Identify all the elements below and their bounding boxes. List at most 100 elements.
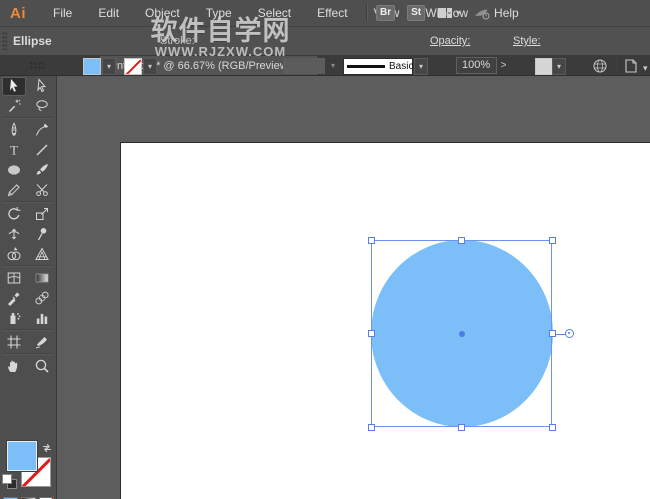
stroke-color-swatch[interactable]: [124, 58, 142, 75]
tool-perspective-grid-icon[interactable]: [30, 245, 54, 264]
fill-indicator-swatch[interactable]: [7, 441, 37, 471]
tool-scissors-icon[interactable]: [30, 181, 54, 200]
tool-row: [0, 96, 56, 116]
tool-row: [0, 268, 56, 288]
tools-grid: T: [0, 76, 56, 376]
brush-chevron-icon[interactable]: ▾: [414, 58, 428, 75]
tool-group-separator: [4, 265, 52, 267]
selection-center-point[interactable]: [458, 330, 465, 337]
tool-group-separator: [4, 117, 52, 119]
menu-item-select[interactable]: Select: [245, 1, 304, 25]
menu-bar-right: Br St ▾: [366, 0, 490, 26]
tool-row: [0, 308, 56, 328]
selection-handle[interactable]: [367, 423, 375, 431]
menu-item-edit[interactable]: Edit: [85, 1, 132, 25]
tool-rotate-icon[interactable]: [2, 205, 26, 224]
tool-row: [0, 180, 56, 200]
tool-group-separator: [4, 329, 52, 331]
tool-ellipse-icon[interactable]: [2, 161, 26, 180]
tool-row: T: [0, 140, 56, 160]
tool-blend-icon[interactable]: [30, 289, 54, 308]
selection-handle[interactable]: [458, 236, 465, 244]
tool-line-segment-icon[interactable]: [30, 141, 54, 160]
tool-lasso-icon[interactable]: [30, 97, 54, 116]
tool-row: [0, 332, 56, 352]
tool-symbol-sprayer-icon[interactable]: [2, 309, 26, 328]
menu-item-type[interactable]: Type: [193, 1, 245, 25]
tool-mesh-icon[interactable]: [2, 269, 26, 288]
svg-text:T: T: [10, 143, 18, 158]
menu-item-object[interactable]: Object: [132, 1, 193, 25]
selection-handle[interactable]: [367, 236, 375, 244]
tool-group-separator: [4, 353, 52, 355]
tool-slice-icon[interactable]: [30, 333, 54, 352]
menu-item-effect[interactable]: Effect: [304, 1, 360, 25]
tool-artboard-icon[interactable]: [2, 333, 26, 352]
tool-scale-icon[interactable]: [30, 205, 54, 224]
menu-bar: Ai FileEditObjectTypeSelectEffectViewWin…: [0, 0, 650, 27]
divider: [616, 57, 617, 75]
stroke-chevron-icon[interactable]: ▾: [143, 58, 157, 75]
fill-color-swatch[interactable]: [83, 58, 101, 75]
selection-handle[interactable]: [367, 330, 375, 337]
tool-row: [0, 288, 56, 308]
toolbar-dock-grip[interactable]: [30, 62, 44, 69]
tool-magic-wand-icon[interactable]: [2, 97, 26, 116]
workspace-chevron-icon[interactable]: ▾: [456, 8, 461, 19]
selection-handle[interactable]: [548, 330, 556, 337]
workspace-icon[interactable]: [437, 5, 453, 21]
menu-item-file[interactable]: File: [40, 1, 85, 25]
opacity-label[interactable]: Opacity:: [430, 35, 470, 47]
opacity-spinner[interactable]: >: [498, 57, 509, 74]
fill-chevron-icon[interactable]: ▾: [102, 58, 116, 75]
style-chevron-icon[interactable]: ▾: [552, 58, 566, 75]
tool-pencil-icon[interactable]: [2, 181, 26, 200]
tool-row: [0, 160, 56, 180]
tool-row: [0, 204, 56, 224]
live-shape-widget-icon[interactable]: [565, 329, 574, 338]
tool-direct-selection-icon[interactable]: [30, 77, 54, 96]
tool-row: [0, 120, 56, 140]
gpu-performance-icon[interactable]: [473, 5, 490, 21]
tool-shape-builder-icon[interactable]: [2, 245, 26, 264]
style-swatch[interactable]: [535, 58, 553, 75]
selection-handle[interactable]: [458, 423, 465, 431]
brush-name: Basic: [389, 61, 414, 72]
tool-group-separator: [4, 201, 52, 203]
divider: [366, 5, 368, 21]
stroke-weight-chevron-icon[interactable]: ▾: [326, 58, 340, 75]
tool-curvature-icon[interactable]: [30, 121, 54, 140]
selected-object-label: Ellipse: [13, 34, 52, 48]
tool-hand-icon[interactable]: [2, 357, 26, 376]
brush-definition-field[interactable]: Basic: [343, 58, 413, 75]
tool-row: [0, 76, 56, 96]
tool-row: [0, 244, 56, 264]
style-label[interactable]: Style:: [513, 35, 541, 47]
swap-fill-stroke-icon[interactable]: [41, 441, 53, 459]
panel-grip[interactable]: [2, 32, 7, 50]
tool-type-icon[interactable]: T: [2, 141, 26, 160]
app-logo: Ai: [10, 4, 26, 22]
stroke-weight-field[interactable]: [283, 58, 325, 74]
tool-puppet-warp-icon[interactable]: [30, 225, 54, 244]
tool-selection-icon[interactable]: [2, 76, 26, 96]
bridge-button[interactable]: Br: [376, 5, 396, 21]
tool-eyedropper-icon[interactable]: [2, 289, 26, 308]
illustrator-window: Ai FileEditObjectTypeSelectEffectViewWin…: [0, 0, 650, 499]
tool-column-graph-icon[interactable]: [30, 309, 54, 328]
selection-handle[interactable]: [548, 423, 556, 431]
stock-button[interactable]: St: [407, 5, 426, 21]
tool-paintbrush-icon[interactable]: [30, 161, 54, 180]
document-setup-globe-icon[interactable]: [592, 58, 608, 74]
tool-row: [0, 356, 56, 376]
tool-pen-icon[interactable]: [2, 121, 26, 140]
default-fill-stroke-icon[interactable]: [2, 474, 17, 489]
tool-gradient-icon[interactable]: [30, 269, 54, 288]
control-bar: Ellipse ▾ ▾ Stroke: ▾ Basic ▾ Opacity: 1…: [0, 27, 650, 75]
document-setup-chevron-icon[interactable]: ▾: [643, 63, 648, 74]
tool-zoom-icon[interactable]: [30, 357, 54, 376]
tool-width-icon[interactable]: [2, 225, 26, 244]
document-setup-icon[interactable]: [623, 58, 639, 74]
opacity-field[interactable]: 100%: [456, 57, 497, 74]
selection-handle[interactable]: [548, 236, 556, 244]
